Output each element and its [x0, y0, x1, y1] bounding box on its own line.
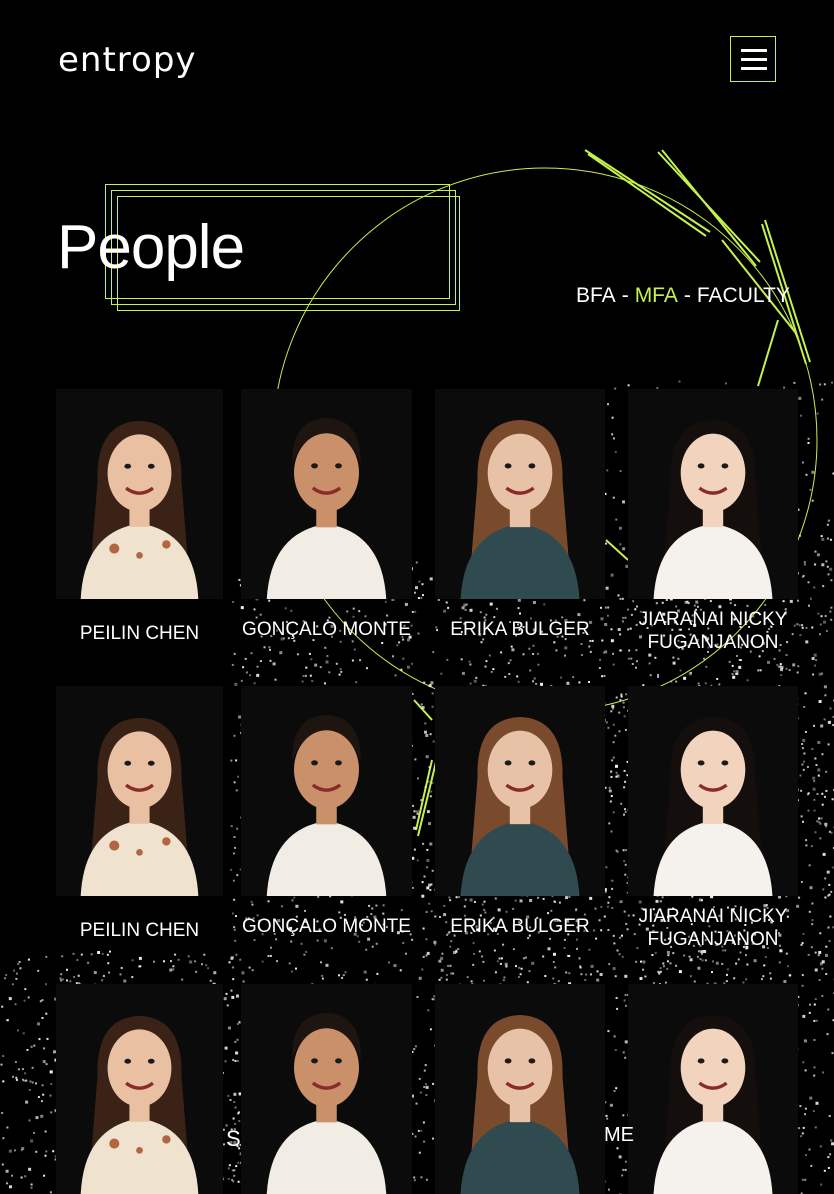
person-photo[interactable]	[241, 686, 412, 896]
person-card[interactable]: ERIKA BULGER	[435, 389, 605, 669]
person-name[interactable]: GONÇALO MONTE	[241, 618, 412, 641]
program-filter: BFA - MFA - FACULTY	[576, 284, 790, 308]
person-name[interactable]: GONÇALO MONTE	[241, 915, 412, 938]
person-card[interactable]: GONÇALO MONTE	[241, 686, 412, 966]
person-photo[interactable]	[628, 984, 798, 1194]
hamburger-icon	[741, 49, 767, 52]
person-name[interactable]: PEILIN CHEN	[56, 919, 223, 942]
filter-separator: -	[621, 284, 629, 307]
filter-faculty[interactable]: FACULTY	[697, 284, 790, 307]
person-name[interactable]: PEILIN CHEN	[56, 622, 223, 645]
entropy-logo[interactable]: entropy	[58, 40, 197, 80]
person-photo[interactable]	[56, 686, 223, 896]
person-card[interactable]	[56, 984, 223, 1194]
person-card[interactable]: GONÇALO MONTE	[241, 389, 412, 669]
person-photo[interactable]	[628, 389, 798, 599]
menu-button[interactable]	[730, 36, 776, 82]
person-card[interactable]: JIARANAI NICKY FUGANJANON	[628, 389, 798, 669]
person-card[interactable]	[435, 984, 605, 1194]
person-name[interactable]: JIARANAI NICKY FUGANJANON	[628, 905, 798, 951]
person-name[interactable]: ERIKA BULGER	[435, 915, 605, 938]
person-card[interactable]: JIARANAI NICKY FUGANJANON	[628, 686, 798, 966]
person-photo[interactable]	[56, 389, 223, 599]
filter-mfa[interactable]: MFA	[635, 284, 678, 307]
person-photo[interactable]	[435, 984, 605, 1194]
hidden-text-fragment: ME	[604, 1124, 634, 1146]
page-title: People	[57, 213, 245, 282]
person-name[interactable]: ERIKA BULGER	[435, 618, 605, 641]
hamburger-icon	[741, 67, 767, 70]
person-photo[interactable]	[628, 686, 798, 896]
hamburger-icon	[741, 58, 767, 61]
person-photo[interactable]	[56, 984, 223, 1194]
filter-separator: -	[683, 284, 691, 307]
person-card[interactable]	[241, 984, 412, 1194]
person-photo[interactable]	[435, 389, 605, 599]
hidden-text-fragment: S	[226, 1126, 241, 1151]
filter-bfa[interactable]: BFA	[576, 284, 616, 307]
page-frame: entropy People BFA - MFA - FACULTY PEILIN CH…	[0, 0, 834, 1194]
person-name[interactable]: JIARANAI NICKY FUGANJANON	[628, 608, 798, 654]
person-card[interactable]: ERIKA BULGER	[435, 686, 605, 966]
person-card[interactable]: PEILIN CHEN	[56, 389, 223, 669]
person-photo[interactable]	[241, 389, 412, 599]
person-card[interactable]	[628, 984, 798, 1194]
person-card[interactable]: PEILIN CHEN	[56, 686, 223, 966]
person-photo[interactable]	[241, 984, 412, 1194]
person-photo[interactable]	[435, 686, 605, 896]
